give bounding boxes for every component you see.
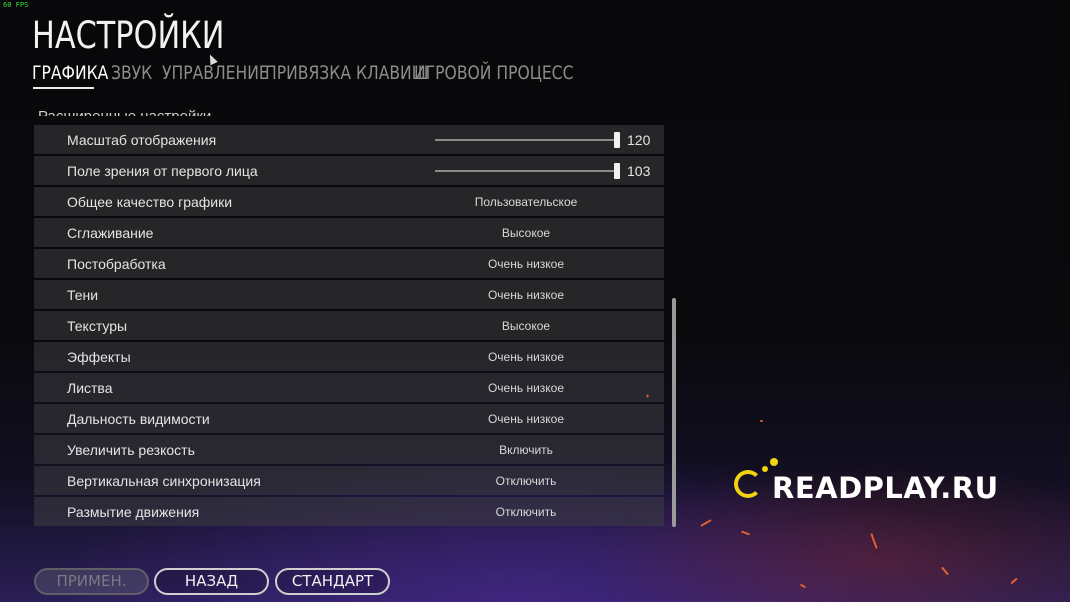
ember-decoration bbox=[1010, 577, 1018, 585]
ember-decoration bbox=[799, 583, 807, 589]
settings-tabs: ГРАФИКА ЗВУК УПРАВЛЕНИЕ ПРИВЯЗКА КЛАВИШ … bbox=[32, 62, 573, 84]
default-button[interactable]: СТАНДАРТ bbox=[275, 568, 390, 595]
settings-list: Масштаб отображения 120 Поле зрения от п… bbox=[34, 125, 664, 528]
setting-value[interactable]: Включить bbox=[426, 443, 626, 457]
setting-row-foliage[interactable]: Листва Очень низкое bbox=[34, 373, 664, 402]
tab-keybindings[interactable]: ПРИВЯЗКА КЛАВИШ bbox=[265, 62, 428, 84]
setting-row-view-distance[interactable]: Дальность видимости Очень низкое bbox=[34, 404, 664, 433]
setting-value[interactable]: Пользовательское bbox=[426, 195, 626, 209]
slider-fill bbox=[435, 139, 617, 141]
setting-row-overall-quality[interactable]: Общее качество графики Пользовательское bbox=[34, 187, 664, 216]
back-button[interactable]: НАЗАД bbox=[154, 568, 269, 595]
logo-dot-icon bbox=[770, 458, 778, 466]
setting-row-antialiasing[interactable]: Сглаживание Высокое bbox=[34, 218, 664, 247]
active-tab-underline bbox=[33, 87, 94, 89]
settings-scrollbar[interactable] bbox=[672, 298, 676, 527]
ember-decoration bbox=[870, 533, 878, 549]
slider-value: 103 bbox=[627, 162, 651, 179]
display-scale-slider[interactable] bbox=[435, 132, 620, 148]
ember-decoration bbox=[740, 530, 751, 536]
apply-button[interactable]: ПРИМЕН. bbox=[34, 568, 149, 595]
setting-value[interactable]: Отключить bbox=[426, 505, 626, 519]
setting-value[interactable]: Очень низкое bbox=[426, 412, 626, 426]
setting-row-postprocessing[interactable]: Постобработка Очень низкое bbox=[34, 249, 664, 278]
setting-row-motion-blur[interactable]: Размытие движения Отключить bbox=[34, 497, 664, 526]
setting-label: Увеличить резкость bbox=[67, 441, 195, 458]
slider-row-fov: Поле зрения от первого лица 103 bbox=[34, 156, 664, 185]
setting-row-vsync[interactable]: Вертикальная синхронизация Отключить bbox=[34, 466, 664, 495]
setting-value[interactable]: Очень низкое bbox=[426, 257, 626, 271]
setting-label: Дальность видимости bbox=[67, 410, 210, 427]
setting-label: Поле зрения от первого лица bbox=[67, 162, 258, 179]
tab-graphics[interactable]: ГРАФИКА bbox=[32, 62, 108, 84]
slider-value: 120 bbox=[627, 131, 651, 148]
setting-row-textures[interactable]: Текстуры Высокое bbox=[34, 311, 664, 340]
tab-sound[interactable]: ЗВУК bbox=[111, 62, 153, 84]
setting-value[interactable]: Очень низкое bbox=[426, 288, 626, 302]
setting-value[interactable]: Отключить bbox=[426, 474, 626, 488]
setting-label: Общее качество графики bbox=[67, 193, 233, 210]
setting-label: Тени bbox=[67, 286, 99, 303]
setting-value[interactable]: Очень низкое bbox=[426, 350, 626, 364]
page-title: НАСТРОЙКИ bbox=[32, 14, 225, 57]
tab-gameplay[interactable]: ИГРОВОЙ ПРОЦЕСС bbox=[414, 62, 573, 84]
slider-handle[interactable] bbox=[614, 163, 620, 179]
slider-fill bbox=[435, 170, 617, 172]
setting-value[interactable]: Очень низкое bbox=[426, 381, 626, 395]
setting-value[interactable]: Высокое bbox=[426, 319, 626, 333]
setting-row-shadows[interactable]: Тени Очень низкое bbox=[34, 280, 664, 309]
setting-label: Вертикальная синхронизация bbox=[67, 472, 261, 489]
setting-label: Текстуры bbox=[67, 317, 128, 334]
setting-row-effects[interactable]: Эффекты Очень низкое bbox=[34, 342, 664, 371]
tab-controls[interactable]: УПРАВЛЕНИЕ bbox=[162, 62, 269, 84]
fov-slider[interactable] bbox=[435, 163, 620, 179]
watermark-text: READPLAY.RU bbox=[772, 471, 999, 505]
setting-label: Размытие движения bbox=[67, 503, 200, 520]
ember-decoration bbox=[941, 566, 949, 576]
logo-dot-icon bbox=[762, 466, 768, 472]
slider-row-display-scale: Масштаб отображения 120 bbox=[34, 125, 664, 154]
setting-label: Масштаб отображения bbox=[67, 131, 217, 148]
fps-counter: 60 FPS bbox=[3, 1, 29, 9]
setting-label: Постобработка bbox=[67, 255, 166, 272]
readplay-watermark-logo: READPLAY.RU bbox=[734, 458, 1014, 510]
section-header: Расширенные настройки bbox=[38, 104, 211, 116]
ember-decoration bbox=[760, 420, 763, 422]
setting-value[interactable]: Высокое bbox=[426, 226, 626, 240]
setting-label: Эффекты bbox=[67, 348, 131, 365]
setting-label: Листва bbox=[67, 379, 113, 396]
slider-handle[interactable] bbox=[614, 132, 620, 148]
setting-label: Сглаживание bbox=[67, 224, 154, 241]
logo-ring-icon bbox=[734, 470, 762, 498]
ember-decoration bbox=[700, 519, 712, 527]
setting-row-sharpen[interactable]: Увеличить резкость Включить bbox=[34, 435, 664, 464]
